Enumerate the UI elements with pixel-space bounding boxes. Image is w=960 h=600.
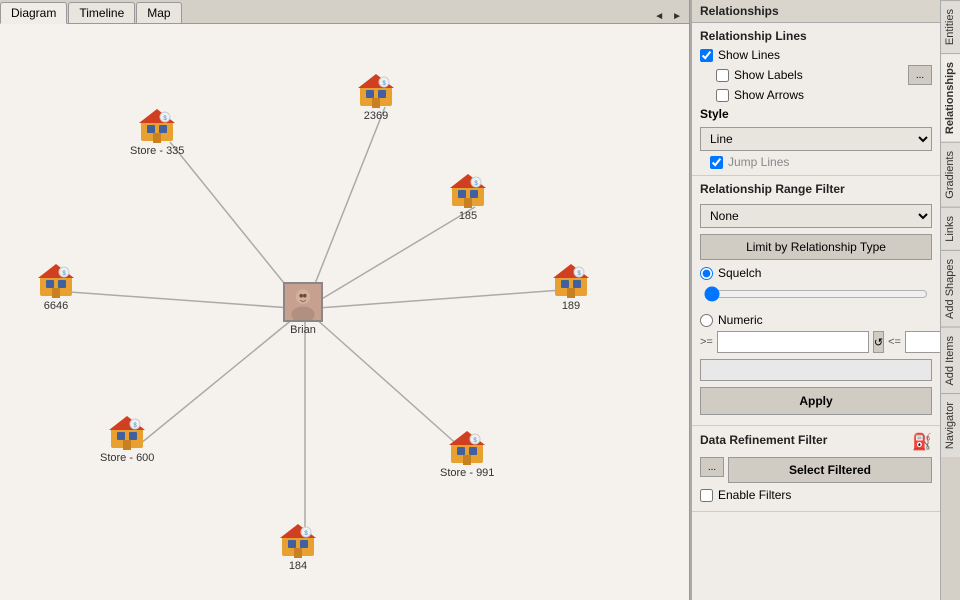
store-icon-185: $ [450,172,486,208]
node-6646-label: 6646 [44,300,68,312]
node-2369[interactable]: $ 2369 [358,72,394,122]
apply-button[interactable]: Apply [700,387,932,415]
show-arrows-row: Show Arrows [716,88,932,102]
section-title-range: Relationship Range Filter [700,182,932,196]
tab-nav: ◄ ► [651,10,689,23]
show-arrows-checkbox[interactable] [716,89,729,102]
vtab-gradients[interactable]: Gradients [941,142,960,207]
node-185-label: 185 [459,210,477,222]
store-icon-189: $ [553,262,589,298]
section-title-rel-lines: Relationship Lines [700,29,932,43]
panel-title: Relationships [692,0,940,23]
vtab-add-items[interactable]: Add Items [941,327,960,394]
enable-filters-label: Enable Filters [718,488,791,502]
show-labels-row: Show Labels ... [716,65,932,85]
node-store991[interactable]: $ Store - 991 [440,429,494,479]
range-filter-select[interactable]: None Range Absolute [700,204,932,228]
store-icon-2369: $ [358,72,394,108]
numeric-inputs: >= ↺ <= [700,331,932,353]
node-store335-label: Store - 335 [130,145,184,157]
gte-input[interactable] [717,331,869,353]
node-6646[interactable]: $ 6646 [38,262,74,312]
squelch-slider[interactable] [704,286,928,302]
node-store991-label: Store - 991 [440,467,494,479]
relationships-panel: Relationships Relationship Lines Show Li… [692,0,940,600]
tab-diagram[interactable]: Diagram [0,2,67,24]
numeric-radio[interactable] [700,314,713,327]
select-filtered-button[interactable]: Select Filtered [728,457,932,483]
vtab-entities[interactable]: Entities [941,0,960,53]
style-label: Style [700,107,729,121]
tab-timeline[interactable]: Timeline [68,2,135,23]
vertical-tabs: Entities Relationships Gradients Links A… [940,0,960,600]
node-189[interactable]: $ 189 [553,262,589,312]
jump-lines-checkbox[interactable] [710,156,723,169]
vtab-add-shapes[interactable]: Add Shapes [941,250,960,327]
show-lines-row: Show Lines [700,48,932,62]
slider-container [700,286,932,305]
show-lines-checkbox[interactable] [700,49,713,62]
tab-nav-right[interactable]: ► [669,10,685,23]
data-refinement-section: Data Refinement Filter ⛽ ... Select Filt… [692,426,940,512]
vtab-relationships[interactable]: Relationships [941,53,960,142]
store-icon-184: $ [280,522,316,558]
store-icon: $ [139,107,175,143]
node-184[interactable]: $ 184 [280,522,316,572]
squelch-row: Squelch [700,266,932,280]
jump-lines-label: Jump Lines [728,155,789,169]
refinement-dots-button[interactable]: ... [700,457,724,477]
diagram-lines [0,24,689,600]
lte-input[interactable] [905,331,940,353]
store-icon-6646: $ [38,262,74,298]
squelch-radio[interactable] [700,267,713,280]
node-189-label: 189 [562,300,580,312]
style-select[interactable]: Line Curved Straight Orthogonal [700,127,932,151]
vtab-navigator[interactable]: Navigator [941,393,960,457]
numeric-value-input[interactable] [700,359,932,381]
refinement-row: ... Select Filtered [700,457,932,483]
tab-map[interactable]: Map [136,2,181,23]
node-brian-label: Brian [290,324,316,336]
show-labels-checkbox[interactable] [716,69,729,82]
section-title-refinement: Data Refinement Filter [700,433,827,447]
store-icon-991: $ [449,429,485,465]
node-store335[interactable]: $ Store - 335 [130,107,184,157]
lte-label: <= [888,336,901,348]
tab-bar: Diagram Timeline Map ◄ ► [0,0,689,24]
show-arrows-label: Show Arrows [734,88,804,102]
style-row: Style [700,107,932,121]
squelch-label: Squelch [718,266,761,280]
store-icon-600: $ [109,414,145,450]
node-184-label: 184 [289,560,307,572]
node-store600[interactable]: $ Store - 600 [100,414,154,464]
range-filter-section: Relationship Range Filter None Range Abs… [692,176,940,426]
relationship-lines-section: Relationship Lines Show Lines Show Label… [692,23,940,176]
tab-nav-left[interactable]: ◄ [651,10,667,23]
node-185[interactable]: $ 185 [450,172,486,222]
numeric-row: Numeric [700,313,932,327]
show-labels-dots-button[interactable]: ... [908,65,932,85]
enable-filters-row: Enable Filters [700,488,932,502]
vtab-links[interactable]: Links [941,207,960,250]
person-icon [283,282,323,322]
numeric-label: Numeric [718,313,763,327]
show-labels-label: Show Labels [734,68,803,82]
node-2369-label: 2369 [364,110,388,122]
jump-lines-row: Jump Lines [700,155,932,169]
filter-icon: ⛽ [912,432,932,452]
show-lines-label: Show Lines [718,48,780,62]
right-panel: Relationships Relationship Lines Show Li… [690,0,960,600]
gte-label: >= [700,336,713,348]
data-refinement-header: Data Refinement Filter ⛽ [700,432,932,452]
diagram-canvas: Brian $ Store - 335 [0,24,689,600]
limit-by-relationship-type-button[interactable]: Limit by Relationship Type [700,234,932,260]
node-brian[interactable]: Brian [283,282,323,336]
refresh-button[interactable]: ↺ [873,331,884,353]
enable-filters-checkbox[interactable] [700,489,713,502]
node-store600-label: Store - 600 [100,452,154,464]
